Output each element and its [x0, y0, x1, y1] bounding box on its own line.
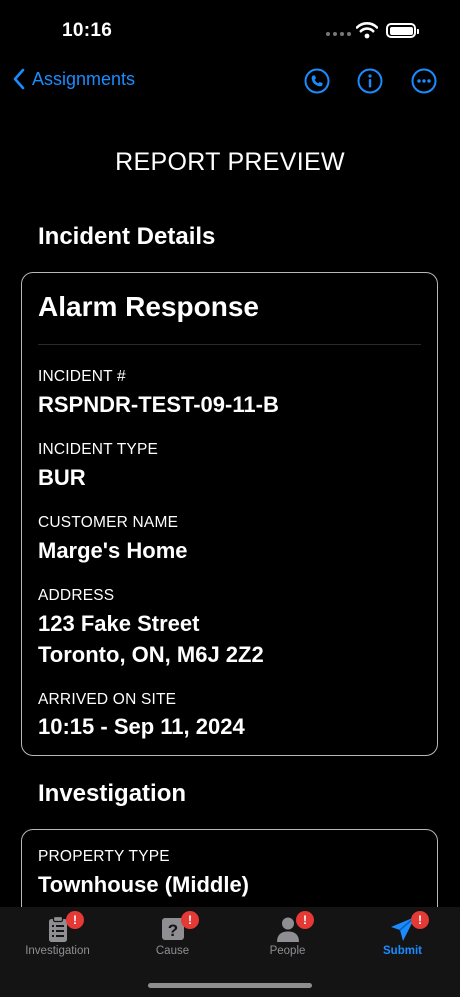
alert-badge: !	[66, 911, 84, 929]
tab-label: People	[269, 945, 306, 957]
investigation-heading: Investigation	[38, 780, 187, 807]
wifi-icon	[356, 22, 378, 39]
divider	[38, 344, 421, 345]
property-type-label: PROPERTY TYPE	[38, 848, 170, 865]
tab-bar: ! Investigation ? ! Cause ! People ! Sub…	[0, 907, 460, 997]
incident-number-value: RSPNDR-TEST-09-11-B	[38, 392, 279, 417]
incident-type-label: INCIDENT TYPE	[38, 441, 159, 458]
back-button[interactable]: Assignments	[12, 68, 135, 90]
customer-name-label: CUSTOMER NAME	[38, 514, 179, 531]
tab-cause[interactable]: ? ! Cause	[115, 907, 230, 967]
tab-label: Submit	[383, 945, 422, 957]
svg-text:?: ?	[167, 921, 177, 940]
tab-label: Cause	[155, 945, 190, 957]
incident-details-heading: Incident Details	[38, 223, 216, 250]
phone-icon[interactable]	[304, 68, 330, 94]
tab-submit[interactable]: ! Submit	[345, 907, 460, 967]
status-bar: 10:16	[0, 0, 460, 62]
info-icon[interactable]	[357, 68, 383, 94]
tab-investigation[interactable]: ! Investigation	[0, 907, 115, 967]
incident-details-card: Alarm Response INCIDENT # RSPNDR-TEST-09…	[21, 272, 438, 756]
arrived-on-site-value: 10:15 - Sep 11, 2024	[38, 714, 245, 739]
card-title: Alarm Response	[38, 291, 259, 322]
address-label: ADDRESS	[38, 587, 115, 604]
status-time: 10:16	[62, 20, 113, 41]
arrived-on-site-label: ARRIVED ON SITE	[38, 691, 177, 708]
battery-icon	[386, 23, 419, 38]
customer-name-value: Marge's Home	[38, 538, 188, 563]
chevron-left-icon	[13, 68, 25, 90]
alert-badge: !	[296, 911, 314, 929]
page-title: REPORT PREVIEW	[115, 148, 345, 176]
property-type-value: Townhouse (Middle)	[38, 872, 250, 897]
nav-bar: Assignments	[0, 62, 460, 102]
alert-badge: !	[181, 911, 199, 929]
address-value: 123 Fake Street Toronto, ON, M6J 2Z2	[38, 611, 264, 667]
incident-type-value: BUR	[38, 465, 86, 490]
cellular-signal-icon	[326, 32, 351, 36]
more-options-icon[interactable]	[411, 68, 437, 94]
incident-number-label: INCIDENT #	[38, 368, 126, 385]
back-button-label: Assignments	[32, 68, 136, 89]
alert-badge: !	[411, 911, 429, 929]
home-indicator[interactable]	[148, 983, 312, 988]
tab-people[interactable]: ! People	[230, 907, 345, 967]
tab-label: Investigation	[25, 945, 90, 957]
